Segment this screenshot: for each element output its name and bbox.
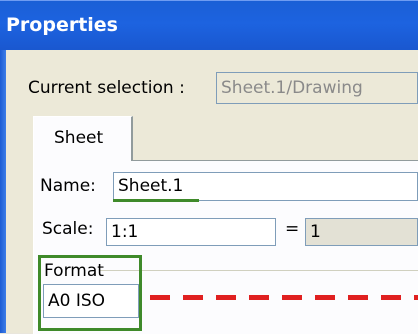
tab-sheet-label: Sheet <box>54 128 104 148</box>
scale-result-field: 1 <box>305 218 418 246</box>
current-selection-field: Sheet.1/Drawing <box>216 72 418 104</box>
scale-label: Scale: <box>42 219 94 239</box>
scale-input[interactable]: 1:1 <box>106 218 276 246</box>
tab-sheet[interactable]: Sheet <box>33 116 133 161</box>
current-selection-label: Current selection : <box>28 78 185 98</box>
name-label: Name: <box>40 176 96 196</box>
format-group-border <box>100 270 418 271</box>
window-frame-edge <box>0 50 6 333</box>
name-highlight-underline <box>113 199 199 202</box>
scale-equals-sign: = <box>285 219 300 239</box>
red-dashed-line <box>150 295 418 300</box>
format-highlight-box <box>38 255 142 331</box>
name-input[interactable]: Sheet.1 <box>113 172 418 201</box>
title-bar[interactable]: Properties <box>0 0 418 51</box>
window-title: Properties <box>6 14 118 36</box>
